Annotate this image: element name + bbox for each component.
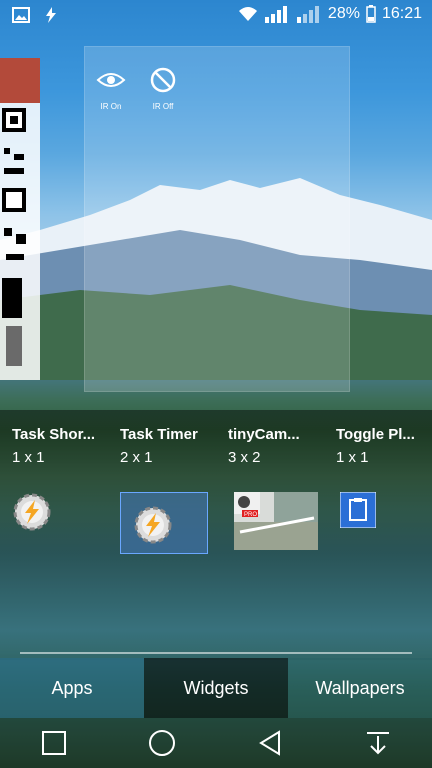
homescreen-preview-left[interactable] [0, 58, 46, 380]
tab-widgets[interactable]: Widgets [144, 658, 288, 718]
svg-text:PRO: PRO [244, 512, 257, 518]
recents-button[interactable] [38, 727, 70, 759]
battery-icon [366, 5, 376, 23]
clipboard-icon[interactable] [340, 492, 376, 528]
widget-name: tinyCam... [228, 426, 300, 443]
ir-off-label: IR Off [152, 102, 174, 111]
tasker-icon[interactable] [12, 492, 52, 532]
widget-size: 1 x 1 [336, 449, 369, 466]
widget-size: 1 x 1 [12, 449, 45, 466]
navigation-bar [0, 718, 432, 768]
widget-name: Toggle Pl... [336, 426, 415, 443]
block-icon [150, 67, 176, 93]
picker-tabs: Apps Widgets Wallpapers [0, 658, 432, 718]
homescreen-preview-main[interactable]: IR On IR Off [84, 46, 350, 392]
flash-notification-icon [46, 7, 56, 23]
ir-off-button[interactable]: IR Off [143, 65, 183, 111]
signal-icon-1 [264, 6, 287, 23]
qr-code-widget [0, 58, 40, 380]
tab-wallpapers[interactable]: Wallpapers [288, 658, 432, 718]
widget-toggle[interactable]: Toggle Pl... 1 x 1 [336, 426, 432, 528]
signal-icon-2 [296, 6, 319, 23]
wifi-icon [238, 7, 257, 21]
hide-nav-button[interactable] [362, 727, 394, 759]
tab-apps[interactable]: Apps [0, 658, 144, 718]
widget-name: Task Timer [120, 426, 198, 443]
home-button[interactable] [146, 727, 178, 759]
status-bar: 28% 16:21 [0, 0, 432, 30]
square-icon [42, 731, 66, 755]
widget-picker: Task Shor... 1 x 1 Task Timer 2 x 1 tiny… [0, 410, 432, 660]
triangle-back-icon [259, 730, 280, 756]
widget-name: Task Shor... [12, 426, 96, 443]
arrow-down-icon [367, 732, 389, 755]
back-button[interactable] [254, 727, 286, 759]
battery-percent: 28% [327, 5, 360, 22]
circle-icon [149, 730, 175, 756]
widget-task-timer[interactable]: Task Timer 2 x 1 [120, 426, 220, 554]
clock: 16:21 [381, 5, 422, 22]
tasker-icon [134, 506, 172, 544]
tabs-divider [20, 652, 412, 654]
widget-size: 3 x 2 [228, 449, 261, 466]
widget-task-shortcut[interactable]: Task Shor... 1 x 1 [12, 426, 112, 531]
widget-preview-selected[interactable] [120, 492, 208, 554]
camera-thumbnail[interactable]: PRO [234, 492, 318, 550]
eye-icon [96, 73, 126, 87]
widget-size: 2 x 1 [120, 449, 153, 466]
ir-on-label: IR On [100, 102, 122, 111]
image-notification-icon [12, 7, 30, 23]
widget-tinycam[interactable]: tinyCam... 3 x 2 PRO [228, 426, 328, 550]
ir-on-button[interactable]: IR On [91, 65, 131, 111]
